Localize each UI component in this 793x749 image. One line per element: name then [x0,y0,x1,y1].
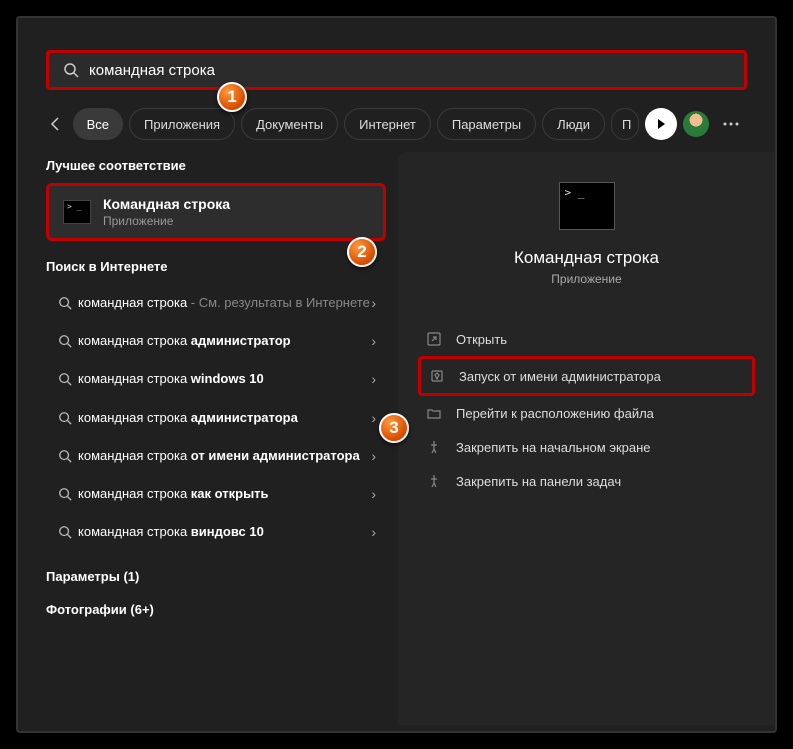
action-pin-taskbar-label: Закрепить на панели задач [456,474,621,489]
action-pin-taskbar[interactable]: Закрепить на панели задач [418,464,755,498]
web-suggestion-text: командная строка виндовс 10 [78,523,371,541]
web-suggestion[interactable]: командная строка - См. результаты в Инте… [46,284,386,322]
callout-badge-1: 1 [217,82,247,112]
results-panel: Лучшее соответствие Командная строка При… [46,152,386,725]
chevron-right-icon: › [371,486,376,502]
play-icon [656,119,666,129]
best-match-sub: Приложение [103,214,230,228]
action-pin-start-label: Закрепить на начальном экране [456,440,651,455]
chevron-right-icon: › [371,448,376,464]
filter-web[interactable]: Интернет [344,108,431,140]
chevron-right-icon: › [371,333,376,349]
best-match-header: Лучшее соответствие [46,158,386,173]
open-icon [426,331,442,347]
web-suggestion[interactable]: командная строка windows 10› [46,360,386,398]
detail-title: Командная строка [418,248,755,268]
action-run-admin-label: Запуск от имени администратора [459,369,661,384]
search-icon [52,449,78,463]
web-suggestion[interactable]: командная строка виндовс 10› [46,513,386,551]
cmd-icon [63,200,91,224]
web-suggestion[interactable]: командная строка от имени администратора… [46,437,386,475]
action-pin-start[interactable]: Закрепить на начальном экране [418,430,755,464]
search-icon [63,62,79,78]
filter-row: Все Приложения Документы Интернет Параме… [18,108,775,140]
folder-icon [426,405,442,421]
detail-sub: Приложение [418,272,755,286]
web-suggestion[interactable]: командная строка администратора› [46,399,386,437]
search-icon [52,411,78,425]
filter-people[interactable]: Люди [542,108,605,140]
search-box[interactable] [46,50,747,90]
callout-badge-2: 2 [347,237,377,267]
callout-badge-3: 3 [379,413,409,443]
scroll-right-button[interactable] [645,108,677,140]
filter-docs[interactable]: Документы [241,108,338,140]
web-suggestion-text: командная строка администратор [78,332,371,350]
pin-icon [426,439,442,455]
web-suggestion-text: командная строка администратора [78,409,371,427]
web-suggestion[interactable]: командная строка администратор› [46,322,386,360]
best-match-title: Командная строка [103,196,230,212]
action-open-label: Открыть [456,332,507,347]
arrow-left-icon [48,116,64,132]
action-file-location-label: Перейти к расположению файла [456,406,654,421]
web-suggestion-text: командная строка - См. результаты в Инте… [78,294,371,312]
shield-icon [429,368,445,384]
filter-chips: Все Приложения Документы Интернет Параме… [73,108,639,140]
web-suggestion-text: командная строка windows 10 [78,370,371,388]
chevron-right-icon: › [371,410,376,426]
chevron-right-icon: › [371,295,376,311]
search-icon [52,525,78,539]
search-icon [52,372,78,386]
detail-panel: Командная строка Приложение Открыть Запу… [398,152,775,725]
web-suggestion[interactable]: командная строка как открыть› [46,475,386,513]
search-icon [52,296,78,310]
params-header[interactable]: Параметры (1) [46,569,386,584]
search-icon [52,334,78,348]
more-button[interactable] [715,108,747,140]
detail-app-icon [559,182,615,230]
filter-all[interactable]: Все [73,108,123,140]
web-suggestion-text: командная строка от имени администратора [78,447,371,465]
web-suggestion-text: командная строка как открыть [78,485,371,503]
ellipsis-icon [723,122,739,126]
action-file-location[interactable]: Перейти к расположению файла [418,396,755,430]
back-button[interactable] [46,110,67,138]
best-match-item[interactable]: Командная строка Приложение [46,183,386,241]
filter-partial[interactable]: П [611,108,639,140]
filter-settings[interactable]: Параметры [437,108,536,140]
user-avatar[interactable] [683,111,709,137]
chevron-right-icon: › [371,371,376,387]
search-icon [52,487,78,501]
search-bar [46,50,747,90]
action-run-admin[interactable]: Запуск от имени администратора [418,356,755,396]
web-search-header: Поиск в Интернете [46,259,386,274]
photos-header[interactable]: Фотографии (6+) [46,602,386,617]
filter-apps[interactable]: Приложения [129,108,235,140]
pin-icon [426,473,442,489]
action-open[interactable]: Открыть [418,322,755,356]
search-input[interactable] [89,62,730,79]
chevron-right-icon: › [371,524,376,540]
